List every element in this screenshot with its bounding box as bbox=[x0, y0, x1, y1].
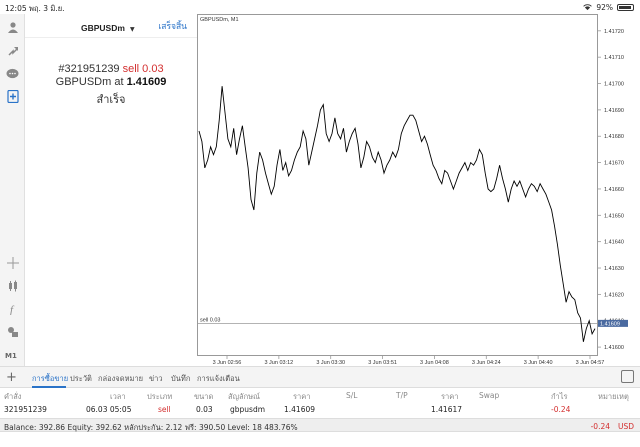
col-type: ประเภท bbox=[147, 392, 173, 401]
battery-fill bbox=[619, 6, 631, 9]
status-date: พฤ. 3 มิ.ย. bbox=[29, 4, 65, 13]
order-ticket: #321951239 bbox=[58, 63, 120, 75]
col-tp: T/P bbox=[396, 391, 408, 400]
left-panel-blank bbox=[25, 126, 197, 366]
account-icon[interactable] bbox=[4, 18, 21, 35]
chat-icon[interactable] bbox=[4, 65, 21, 82]
objects-icon[interactable] bbox=[4, 323, 21, 340]
status-time: 12:05 bbox=[5, 4, 27, 13]
battery-icon bbox=[617, 4, 634, 11]
order-action: sell 0.03 bbox=[122, 63, 164, 75]
order-symbol-at: GBPUSDm at bbox=[55, 76, 124, 88]
status-bar: 12:05 พฤ. 3 มิ.ย. 92% bbox=[0, 0, 640, 14]
symbol-label: GBPUSDm bbox=[81, 23, 125, 33]
trade-icon[interactable] bbox=[4, 42, 21, 59]
col-size: ขนาด bbox=[194, 392, 214, 401]
chart-svg[interactable]: GBPUSDm, M1 1.41720 1.41710 1.41700 1.41690… bbox=[197, 14, 640, 366]
function-icon[interactable]: f bbox=[4, 300, 21, 317]
symbol-selector[interactable]: GBPUSDm ▼ bbox=[81, 16, 135, 35]
y-tick-label: 1.41670 bbox=[604, 161, 624, 167]
indicators-icon[interactable] bbox=[4, 277, 21, 294]
col-swap: Swap bbox=[479, 391, 500, 400]
price-chart[interactable]: GBPUSDm, M1 1.41720 1.41710 1.41700 1.41690… bbox=[197, 14, 640, 366]
balance-bar: Balance: 392.86 Equity: 392.62 หลักประกั… bbox=[0, 418, 640, 432]
total-profit: -0.24 bbox=[590, 422, 610, 431]
row-price: 1.41609 bbox=[284, 405, 316, 414]
tab-mailbox[interactable]: กล่องจดหมาย bbox=[98, 373, 143, 385]
y-tick-label: 1.41700 bbox=[604, 82, 624, 88]
order-panel: GBPUSDm ▼ เสร็จสิ้น #321951239 sell 0.03… bbox=[25, 14, 197, 126]
col-sl: S/L bbox=[346, 391, 358, 400]
tab-journal[interactable]: บันทึก bbox=[171, 373, 190, 385]
col-time: เวลา bbox=[110, 392, 126, 401]
row-symbol: gbpusdm bbox=[230, 405, 266, 414]
status-right: 92% bbox=[583, 3, 634, 12]
order-ticket-line: #321951239 sell 0.03 bbox=[25, 63, 197, 75]
order-header: GBPUSDm ▼ เสร็จสิ้น bbox=[25, 14, 197, 38]
y-tick-label: 1.41630 bbox=[604, 266, 624, 272]
battery-percent: 92% bbox=[596, 3, 613, 12]
plot-area bbox=[197, 14, 598, 356]
left-toolbar: f M1 bbox=[0, 14, 25, 366]
currency-label: USD bbox=[617, 422, 634, 431]
row-profit: -0.24 bbox=[551, 405, 571, 414]
col-symbol: สัญลักษณ์ bbox=[228, 392, 261, 401]
terminal-tabs: + การซื้อขาย ประวัติ กล่องจดหมาย ข่าว บั… bbox=[0, 366, 640, 388]
row-time: 06.03 05:05 bbox=[86, 405, 132, 414]
order-result-status: สำเร็จ bbox=[96, 94, 126, 106]
y-tick-label: 1.41640 bbox=[604, 240, 624, 246]
y-tick-label: 1.41720 bbox=[604, 29, 624, 35]
crosshair-icon[interactable] bbox=[4, 254, 21, 271]
order-result: #321951239 sell 0.03 GBPUSDm at 1.41609 … bbox=[25, 63, 197, 108]
y-tick-label: 1.41680 bbox=[604, 134, 624, 140]
table-row[interactable]: 321951239 06.03 05:05 sell 0.03 gbpusdm … bbox=[0, 403, 640, 416]
plus-icon[interactable]: + bbox=[6, 370, 17, 385]
caret-down-icon: ▼ bbox=[130, 26, 135, 33]
trade-table-header: คำสั่ง เวลา ประเภท ขนาด สัญลักษณ์ ราคา S… bbox=[0, 389, 640, 402]
tab-history[interactable]: ประวัติ bbox=[70, 373, 92, 385]
row-order: 321951239 bbox=[4, 405, 47, 414]
col-current-price: ราคา bbox=[441, 392, 459, 401]
y-tick-label: 1.41600 bbox=[604, 345, 624, 351]
x-axis: 3 Jun 02:56 3 Jun 03:12 3 Jun 03:30 3 Jun 0… bbox=[213, 355, 604, 366]
col-comment: หมายเหตุ bbox=[598, 392, 629, 401]
y-tick-label: 1.41710 bbox=[604, 55, 624, 61]
tab-news[interactable]: ข่าว bbox=[149, 373, 163, 385]
y-tick-label: 1.41620 bbox=[604, 292, 624, 298]
order-price-line: GBPUSDm at 1.41609 bbox=[25, 76, 197, 88]
new-order-icon[interactable] bbox=[4, 88, 21, 105]
y-axis: 1.41720 1.41710 1.41700 1.41690 1.41680 1.416… bbox=[597, 29, 624, 351]
svg-text:f: f bbox=[10, 304, 15, 315]
balance-summary: Balance: 392.86 Equity: 392.62 หลักประกั… bbox=[4, 423, 298, 432]
y-tick-label: 1.41690 bbox=[604, 108, 624, 114]
current-price-label: 1.41609 bbox=[600, 321, 620, 327]
order-line-label: sell 0.03 bbox=[200, 317, 221, 323]
expand-icon[interactable] bbox=[621, 370, 634, 383]
tab-trade[interactable]: การซื้อขาย bbox=[32, 373, 68, 385]
wifi-icon bbox=[583, 4, 593, 11]
row-size: 0.03 bbox=[196, 405, 213, 414]
col-order: คำสั่ง bbox=[4, 392, 22, 401]
row-current-price: 1.41617 bbox=[431, 405, 463, 414]
row-type: sell bbox=[158, 405, 171, 414]
y-tick-label: 1.41660 bbox=[604, 187, 624, 193]
col-profit: กำไร bbox=[551, 392, 568, 401]
col-price: ราคา bbox=[293, 392, 311, 401]
done-button[interactable]: เสร็จสิ้น bbox=[158, 19, 187, 33]
tab-alerts[interactable]: การแจ้งเตือน bbox=[197, 373, 240, 385]
y-tick-label: 1.41650 bbox=[604, 213, 624, 219]
chart-symbol-label: GBPUSDm, M1 bbox=[200, 17, 239, 23]
timeframe-label[interactable]: M1 bbox=[5, 352, 17, 360]
order-price: 1.41609 bbox=[126, 76, 167, 88]
active-tab-indicator bbox=[32, 386, 66, 388]
